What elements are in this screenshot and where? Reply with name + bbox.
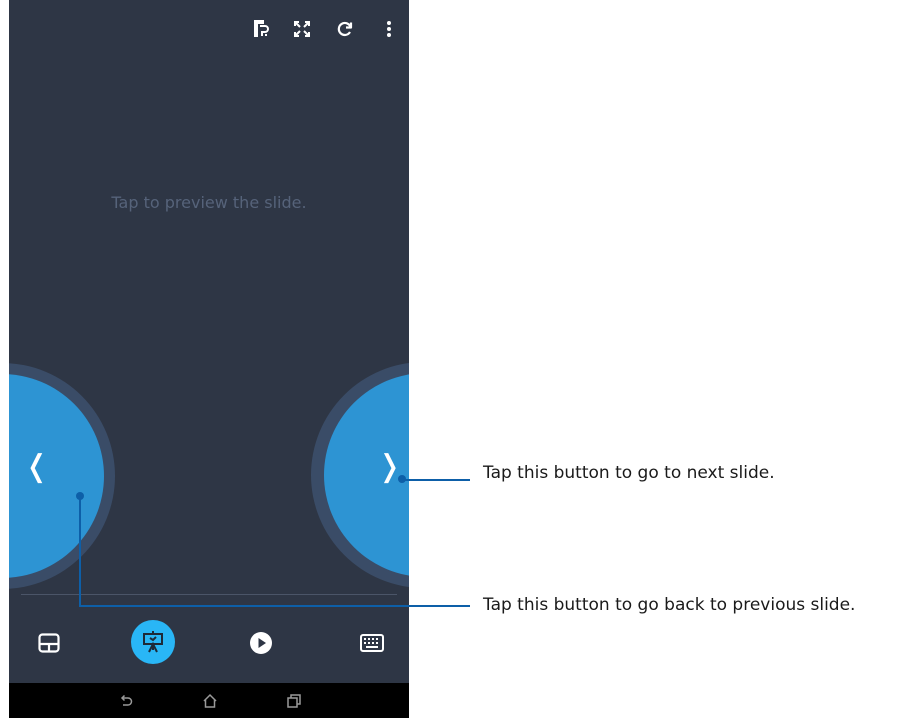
- presentation-mode-button[interactable]: [131, 620, 175, 664]
- preview-hint[interactable]: Tap to preview the slide.: [9, 193, 409, 212]
- touchpad-icon[interactable]: [37, 631, 61, 655]
- phone-screen: Tap to preview the slide. ❬ ❭: [9, 0, 409, 718]
- callout-text-next: Tap this button to go to next slide.: [483, 463, 775, 483]
- system-navigation-bar: [9, 683, 409, 718]
- callout-line-previous-vertical: [79, 498, 81, 606]
- callout-line-previous-horizontal: [79, 605, 470, 607]
- refresh-icon[interactable]: [334, 18, 356, 40]
- callout-line-next: [405, 479, 470, 481]
- callout-text-previous: Tap this button to go back to previous s…: [483, 595, 856, 615]
- home-icon[interactable]: [200, 691, 220, 711]
- back-icon[interactable]: [116, 691, 136, 711]
- recents-icon[interactable]: [284, 691, 304, 711]
- chevron-left-icon: ❬: [24, 449, 50, 484]
- presentation-icon: [143, 631, 163, 653]
- overflow-menu-icon[interactable]: [378, 18, 400, 40]
- keyboard-icon[interactable]: [359, 631, 385, 655]
- divider: [21, 594, 397, 595]
- pptx-file-icon[interactable]: [250, 18, 272, 40]
- play-icon[interactable]: [249, 631, 273, 655]
- fullscreen-icon[interactable]: [291, 18, 313, 40]
